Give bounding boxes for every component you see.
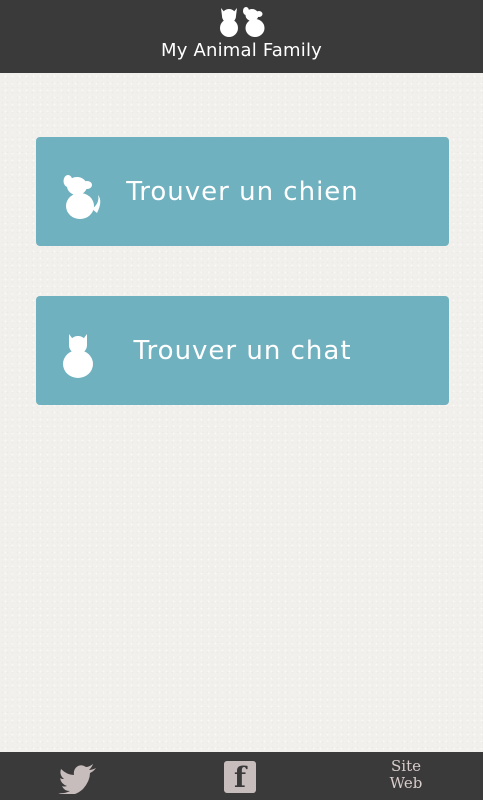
facebook-button[interactable]: f — [224, 761, 256, 793]
cat-icon — [63, 334, 93, 378]
find-dog-label: Trouver un chien — [126, 176, 359, 207]
website-button[interactable]: Site Web — [386, 758, 426, 792]
cat-and-dog-logo-icon — [219, 7, 264, 37]
find-cat-button[interactable]: Trouver un chat — [36, 296, 449, 405]
dog-icon — [63, 175, 101, 219]
find-cat-label: Trouver un chat — [133, 335, 352, 366]
find-dog-button[interactable]: Trouver un chien — [36, 137, 449, 246]
twitter-bird-icon[interactable] — [58, 764, 98, 794]
bottom-bar: f Site Web — [0, 752, 483, 800]
website-label-line2: Web — [389, 774, 423, 792]
website-label-line1: Site — [391, 757, 421, 775]
app-title: My Animal Family — [160, 40, 323, 61]
facebook-icon: f — [233, 761, 247, 794]
app-header: My Animal Family — [0, 0, 483, 73]
